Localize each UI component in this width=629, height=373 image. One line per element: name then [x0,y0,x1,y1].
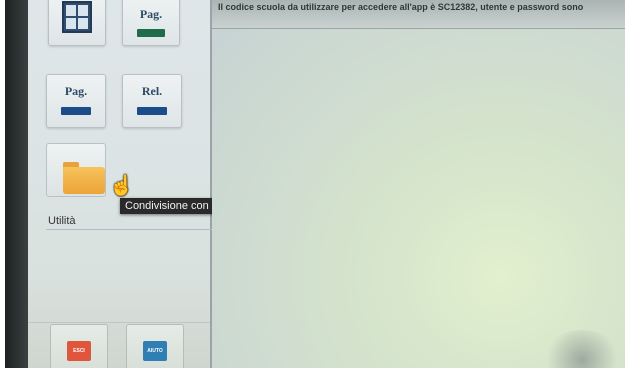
screen-photo: Pag. Pag. Rel. ☝ Condivisione con i Doce… [6,0,625,368]
screen-glare [542,330,622,368]
help-button[interactable]: AIUTO [143,341,167,361]
sidebar-tile-rel[interactable]: Rel. [122,74,182,128]
sidebar-tile-pag-2[interactable]: Pag. [46,74,106,128]
folder-icon [63,162,105,194]
image-frame-bottom [0,368,629,373]
info-banner: Il codice scuola da utilizzare per acced… [212,0,625,29]
tile-bar-blue [137,107,167,115]
tile-bar-green [137,29,165,37]
tile-label: Rel. [141,84,163,98]
divider [46,229,228,230]
sidebar-tile-grid[interactable] [48,0,106,46]
sidebar-tile-shared-folder[interactable] [46,143,106,197]
main-content-area: Il codice scuola da utilizzare per acced… [212,0,625,368]
sidebar-tile-pag-1[interactable]: Pag. [122,0,180,46]
exit-button[interactable]: ESCI [67,341,91,361]
exit-tile[interactable]: ESCI [50,324,108,368]
tile-bar-blue [61,107,91,115]
banner-text: Il codice scuola da utilizzare per acced… [218,2,584,12]
tile-label: Pag. [139,7,163,21]
sidebar: Pag. Pag. Rel. ☝ Condivisione con i Doce… [28,0,260,368]
grid-icon [62,1,92,33]
tile-label: Pag. [64,84,88,98]
section-label-utility: Utilità [48,215,76,227]
help-tile[interactable]: AIUTO [126,324,184,368]
divider [28,322,210,323]
hand-cursor-icon: ☝ [109,175,134,197]
monitor-bezel [6,0,28,368]
